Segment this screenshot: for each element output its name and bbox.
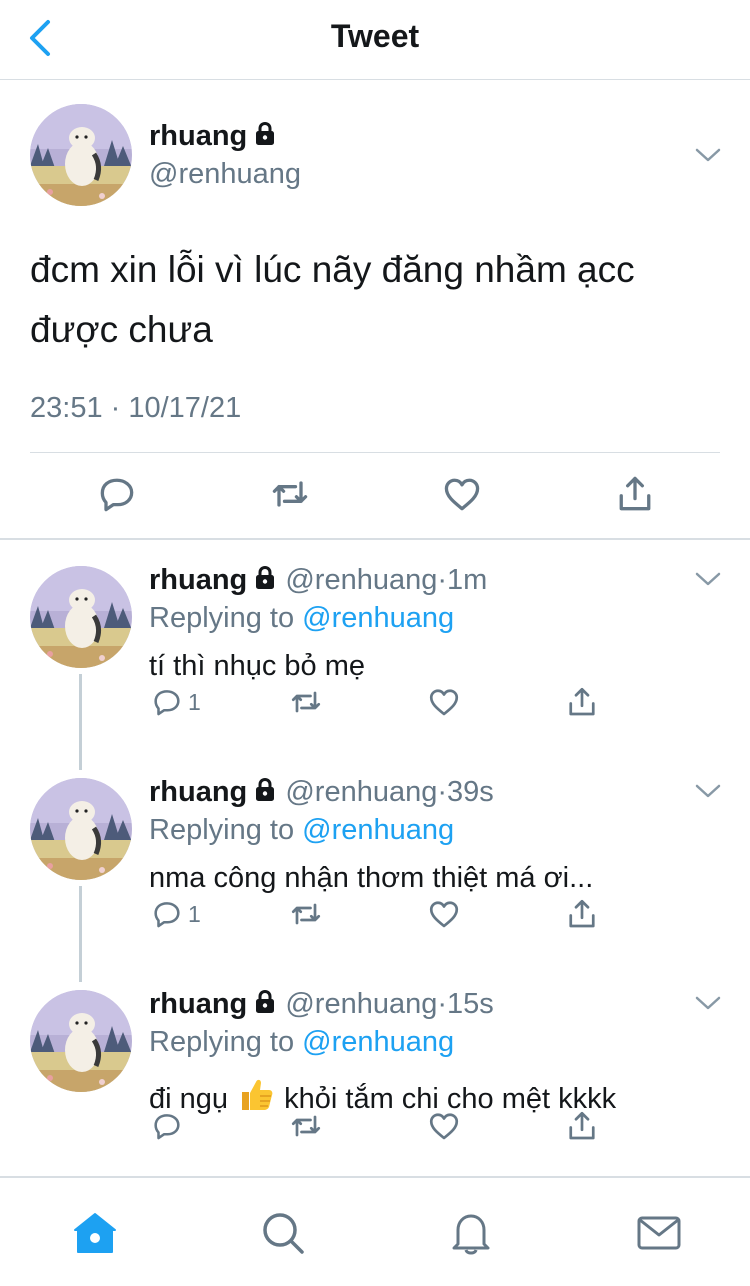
author-name[interactable]: rhuang [149, 776, 247, 808]
share-icon[interactable] [564, 1108, 600, 1144]
share-icon[interactable] [564, 896, 600, 932]
reply-icon[interactable] [95, 472, 139, 516]
avatar[interactable] [30, 566, 132, 668]
thumbs-up-emoji [242, 1079, 273, 1110]
replying-to-label: Replying to [149, 1026, 295, 1058]
reply-tweet[interactable]: rhuang @renhuang·39s Replying to @renhua… [0, 754, 750, 982]
reply-icon[interactable] [150, 685, 184, 719]
notifications-icon[interactable] [446, 1208, 496, 1258]
avatar[interactable] [30, 990, 132, 1092]
divider [30, 452, 720, 453]
reply-time: 15s [447, 988, 494, 1020]
search-icon[interactable] [258, 1208, 308, 1258]
reply-tweet[interactable]: rhuang @renhuang·1m Replying to @renhuan… [0, 542, 750, 770]
share-action[interactable] [564, 1106, 600, 1146]
like-icon[interactable] [426, 896, 462, 932]
retweet-action[interactable] [288, 894, 324, 934]
replying-to-link[interactable]: @renhuang [302, 1026, 454, 1058]
retweet-icon[interactable] [288, 1108, 324, 1144]
like-icon[interactable] [426, 1108, 462, 1144]
share-icon[interactable] [564, 684, 600, 720]
reply-action[interactable]: 1 [150, 894, 201, 934]
share-action[interactable] [564, 894, 600, 934]
reply-icon[interactable] [150, 897, 184, 931]
retweet-icon[interactable] [288, 684, 324, 720]
tab-bar [0, 1176, 750, 1286]
like-action[interactable] [426, 894, 462, 934]
reply-text: đi ngụ khỏi tắm chi cho mệt kkkk [149, 1074, 616, 1116]
page-title: Tweet [330, 18, 420, 54]
author-name[interactable]: rhuang [149, 988, 247, 1020]
replying-to-label: Replying to [149, 814, 295, 846]
avatar[interactable] [30, 778, 132, 880]
retweet-icon[interactable] [288, 896, 324, 932]
like-action[interactable] [426, 682, 462, 722]
author-handle[interactable]: @renhuang [285, 564, 437, 596]
reply-time: 1m [447, 564, 488, 596]
reply-text: tí thì nhục bỏ mẹ [149, 650, 365, 683]
separator: · [437, 988, 448, 1020]
like-action[interactable] [426, 1106, 462, 1146]
like-icon[interactable] [426, 684, 462, 720]
reply-count: 1 [188, 688, 201, 715]
author-handle[interactable]: @renhuang [285, 988, 437, 1020]
reply-time: 39s [447, 776, 494, 808]
share-icon[interactable] [613, 472, 657, 516]
chevron-down-icon[interactable] [694, 570, 722, 588]
retweet-action[interactable] [288, 682, 324, 722]
main-tweet: rhuang @renhuang đcm xin lỗi vì lúc nãy … [0, 80, 750, 540]
author-handle[interactable]: @renhuang [149, 158, 301, 191]
tweet-text: đcm xin lỗi vì lúc nãy đăng nhầm ạcc đượ… [30, 249, 635, 350]
retweet-action[interactable] [288, 1106, 324, 1146]
reply-text-content: nma công nhận thơm thiệt má ơi... [149, 862, 594, 894]
reply-text: nma công nhận thơm thiệt má ơi... [149, 862, 593, 895]
reply-icon[interactable] [150, 1109, 184, 1143]
messages-icon[interactable] [634, 1208, 684, 1258]
share-action[interactable] [564, 682, 600, 722]
reply-text-content: tí thì nhục bỏ mẹ [149, 650, 366, 682]
chevron-down-icon[interactable] [694, 146, 722, 164]
home-icon[interactable] [70, 1208, 120, 1258]
author-handle[interactable]: @renhuang [285, 776, 437, 808]
lock-icon [253, 988, 277, 1016]
reply-header: rhuang @renhuang·39s [149, 776, 494, 809]
tweet-timestamp[interactable]: 23:51 · 10/17/21 [30, 392, 241, 425]
lock-icon [253, 120, 277, 148]
replying-to-link[interactable]: @renhuang [302, 814, 454, 846]
reply-tweet[interactable]: rhuang @renhuang·15s Replying to @renhua… [0, 966, 750, 1178]
avatar[interactable] [30, 104, 132, 206]
lock-icon [253, 564, 277, 592]
reply-action[interactable] [150, 1106, 188, 1146]
reply-header: rhuang @renhuang·1m [149, 564, 487, 597]
lock-icon [253, 776, 277, 804]
chevron-down-icon[interactable] [694, 994, 722, 1012]
reply-header: rhuang @renhuang·15s [149, 988, 494, 1021]
author-name-text[interactable]: rhuang [149, 120, 247, 152]
replying-to-label: Replying to [149, 602, 295, 634]
like-icon[interactable] [440, 472, 484, 516]
navigation-bar: Tweet [0, 0, 750, 80]
separator: · [437, 564, 448, 596]
replying-to: Replying to @renhuang [149, 814, 454, 847]
separator: · [437, 776, 448, 808]
replying-to: Replying to @renhuang [149, 602, 454, 635]
chevron-down-icon[interactable] [694, 782, 722, 800]
reply-action[interactable]: 1 [150, 682, 201, 722]
author-name[interactable]: rhuang [149, 120, 277, 153]
reply-count: 1 [188, 900, 201, 927]
author-name[interactable]: rhuang [149, 564, 247, 596]
replying-to-link[interactable]: @renhuang [302, 602, 454, 634]
retweet-icon[interactable] [268, 472, 312, 516]
replying-to: Replying to @renhuang [149, 1026, 454, 1059]
